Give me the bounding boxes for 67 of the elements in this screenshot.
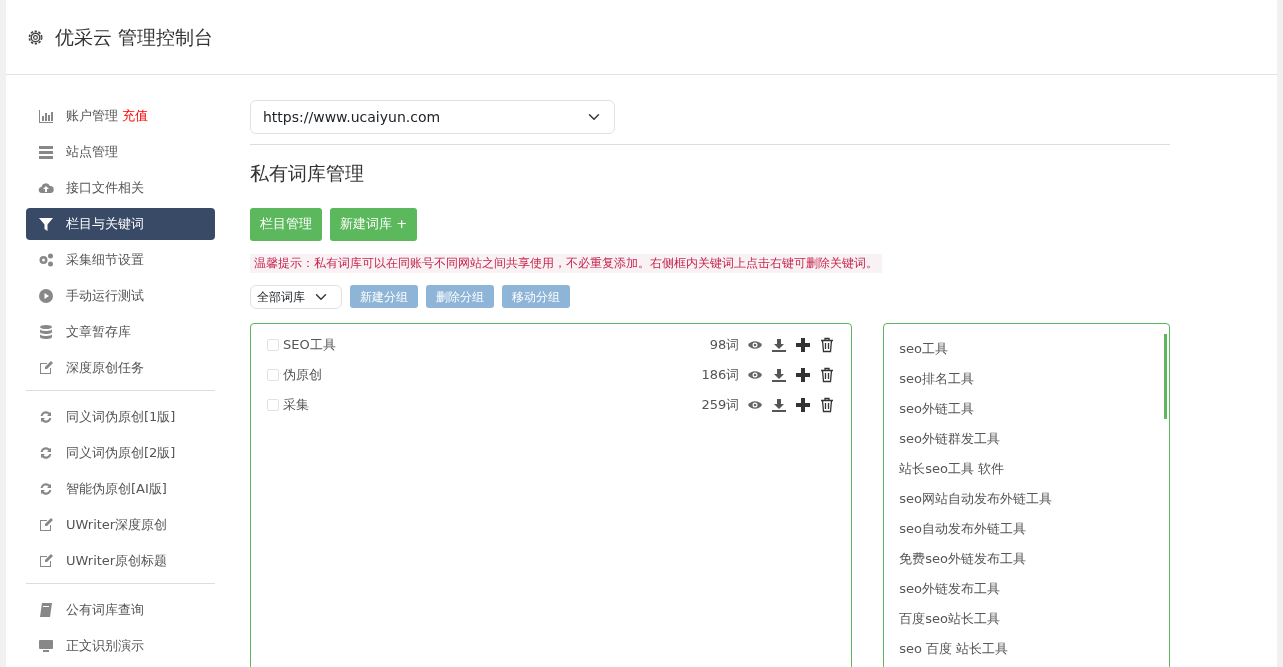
section-title: 私有词库管理 xyxy=(250,161,365,186)
edit-icon xyxy=(38,360,54,376)
library-checkbox[interactable] xyxy=(267,338,279,351)
refresh-icon xyxy=(38,481,54,497)
play-circle-icon xyxy=(38,288,54,304)
sidebar-item[interactable]: 采集细节设置 xyxy=(26,244,215,276)
sidebar-item[interactable]: 站点管理 xyxy=(26,136,215,168)
library-filter-select[interactable]: 全部词库 xyxy=(250,284,342,309)
sidebar-item[interactable]: 手动运行测试 xyxy=(26,280,215,312)
trash-icon[interactable] xyxy=(819,396,836,413)
refresh-icon xyxy=(38,409,54,425)
library-name[interactable]: SEO工具 xyxy=(283,335,336,355)
sidebar-item[interactable]: 正文识别演示 xyxy=(26,630,215,662)
refresh-icon xyxy=(38,445,54,461)
settings-icon xyxy=(26,27,45,47)
word-count: 259词 xyxy=(701,396,740,414)
keyword-item[interactable]: seo工具 xyxy=(884,333,1164,364)
plus-icon[interactable] xyxy=(795,336,812,353)
word-count: 98词 xyxy=(709,336,740,354)
keyword-item[interactable]: 百度seo站长工具 xyxy=(884,603,1164,634)
library-checkbox[interactable] xyxy=(267,368,279,381)
library-checkbox[interactable] xyxy=(267,398,279,411)
monitor-icon xyxy=(38,638,54,654)
server-icon xyxy=(38,144,54,160)
scrollbar[interactable] xyxy=(1164,333,1167,419)
keyword-item[interactable]: seo自动发布外链工具 xyxy=(884,513,1164,544)
sidebar-item[interactable]: UWriter原创标题 xyxy=(26,545,215,577)
bar-chart-icon xyxy=(38,108,54,124)
sidebar-item[interactable]: 深度原创任务 xyxy=(26,352,215,384)
library-name[interactable]: 伪原创 xyxy=(283,365,322,385)
sidebar-item[interactable]: 文章暂存库 xyxy=(26,316,215,348)
sidebar-item[interactable]: 智能伪原创[AI版] xyxy=(26,473,215,505)
plus-icon[interactable] xyxy=(795,366,812,383)
sidebar-item[interactable]: 账户管理 充值 xyxy=(26,100,215,132)
filter-icon xyxy=(38,216,54,232)
gears-icon xyxy=(38,252,54,268)
download-icon[interactable] xyxy=(771,396,788,413)
word-count: 186词 xyxy=(701,366,740,384)
keyword-item[interactable]: seo外链工具 xyxy=(884,393,1164,424)
cloud-upload-icon xyxy=(38,180,54,196)
sidebar-item[interactable]: 公有词库查询 xyxy=(26,594,215,626)
keyword-item[interactable]: seo外链发布工具 xyxy=(884,573,1164,604)
keyword-item[interactable]: seo外链群发工具 xyxy=(884,423,1164,454)
download-icon[interactable] xyxy=(771,336,788,353)
notice-text: 温馨提示：私有词库可以在同账号不同网站之间共享使用，不必重复添加。右侧框内关键词上点击右键可删除关键词。 xyxy=(250,253,882,273)
edit-icon xyxy=(38,517,54,533)
trash-icon[interactable] xyxy=(819,336,836,353)
keyword-item[interactable]: seo 百度 站长工具 xyxy=(884,633,1164,664)
keyword-item[interactable]: 站长seo工具 软件 xyxy=(884,453,1164,484)
book-icon xyxy=(38,602,54,618)
plus-icon[interactable] xyxy=(795,396,812,413)
recharge-link[interactable]: 充值 xyxy=(122,106,148,126)
page-title: 优采云 管理控制台 xyxy=(55,24,214,50)
sidebar-item[interactable]: 同义词伪原创[1版] xyxy=(26,401,215,433)
trash-icon[interactable] xyxy=(819,366,836,383)
keyword-item[interactable]: seo排名工具 xyxy=(884,363,1164,394)
site-select[interactable]: https://www.ucaiyun.com xyxy=(250,100,615,134)
keyword-item[interactable]: 免费seo外链发布工具 xyxy=(884,543,1164,574)
keyword-item[interactable]: seo网站自动发布外链工具 xyxy=(884,483,1164,514)
sidebar-item[interactable]: UWriter深度原创 xyxy=(26,509,215,541)
sidebar-item[interactable]: 接口文件相关 xyxy=(26,172,215,204)
edit-icon xyxy=(38,553,54,569)
database-icon xyxy=(38,324,54,340)
library-name[interactable]: 采集 xyxy=(283,395,309,415)
sidebar-item[interactable]: 同义词伪原创[2版] xyxy=(26,437,215,469)
sidebar-item[interactable]: 栏目与关键词 xyxy=(26,208,215,240)
download-icon[interactable] xyxy=(771,366,788,383)
